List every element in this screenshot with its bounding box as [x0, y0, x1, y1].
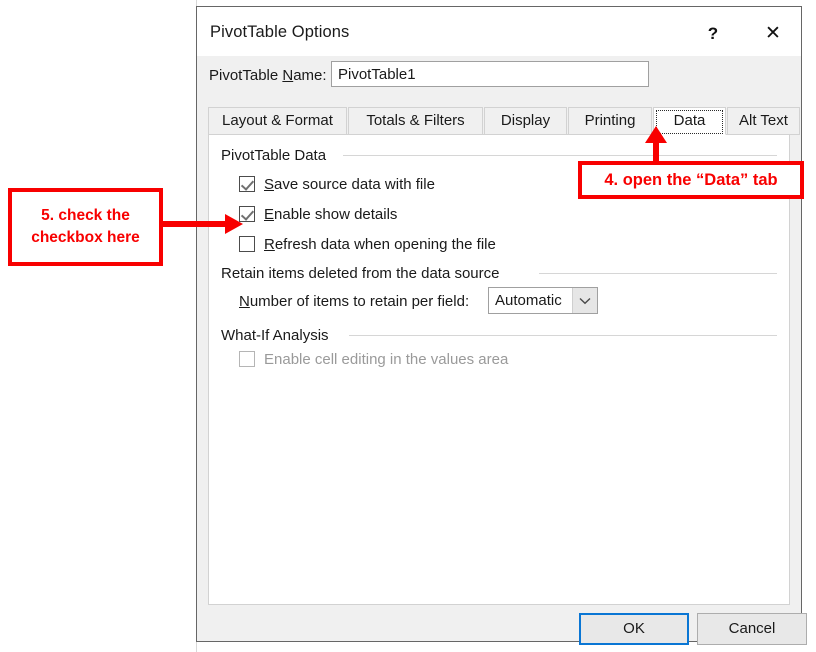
checkbox-label: Enable cell editing in the values area	[264, 350, 509, 368]
tab-display[interactable]: Display	[484, 107, 567, 135]
pivottable-name-row: PivotTable Name:	[197, 56, 801, 99]
group-rule-retain-items	[539, 273, 777, 274]
tab-alt-text[interactable]: Alt Text	[727, 107, 800, 135]
checkbox-save-source-data[interactable]: Save source data with file	[239, 173, 435, 195]
name-label-accel: N	[282, 67, 294, 84]
retain-field-label: Number of items to retain per field:	[239, 293, 470, 310]
group-rule-pivottable-data	[343, 155, 777, 156]
checkbox-label: Enable show details	[264, 205, 398, 223]
tab-layout-format[interactable]: Layout & Format	[208, 107, 347, 135]
checkbox-box[interactable]	[239, 236, 255, 252]
dialog-titlebar: PivotTable Options ? ✕	[197, 7, 801, 56]
annotation-callout-step-5: 5. check the checkbox here	[8, 188, 163, 266]
pivottable-name-label: PivotTable Name:	[209, 67, 327, 84]
annotation-arrowhead-to-checkbox	[225, 214, 243, 234]
tab-label: Layout & Format	[222, 112, 333, 129]
group-heading-retain-items: Retain items deleted from the data sourc…	[221, 265, 500, 282]
checkbox-box[interactable]	[239, 176, 255, 192]
cancel-button[interactable]: Cancel	[697, 613, 807, 645]
annotation-callout-step-4: 4. open the “Data” tab	[578, 161, 804, 199]
checkbox-enable-cell-editing: Enable cell editing in the values area	[239, 348, 508, 370]
checkbox-enable-show-details[interactable]: Enable show details	[239, 203, 397, 225]
checkbox-label: Save source data with file	[264, 175, 435, 193]
help-icon[interactable]: ?	[691, 19, 735, 49]
chevron-down-icon[interactable]	[572, 288, 597, 313]
group-heading-what-if-analysis: What-If Analysis	[221, 327, 329, 344]
retain-items-combobox-value: Automatic	[495, 292, 562, 309]
tab-label: Totals & Filters	[366, 112, 465, 129]
tab-totals-filters[interactable]: Totals & Filters	[348, 107, 483, 135]
tab-label: Display	[500, 112, 551, 129]
group-rule-what-if-analysis	[349, 335, 777, 336]
checkbox-label: Refresh data when opening the file	[264, 235, 496, 253]
annotation-arrow-to-checkbox	[163, 221, 233, 227]
data-tab-panel: PivotTable Data Save source data with fi…	[208, 134, 790, 605]
checkbox-refresh-data-on-open[interactable]: Refresh data when opening the file	[239, 233, 496, 255]
dialog-title: PivotTable Options	[210, 23, 350, 41]
annotation-arrowhead-to-data-tab	[645, 126, 667, 143]
tab-label: Data	[673, 112, 706, 129]
name-label-pre: PivotTable	[209, 67, 283, 84]
pivottable-name-input[interactable]	[331, 61, 649, 87]
pivottable-options-dialog: PivotTable Options ? ✕ PivotTable Name: …	[196, 6, 807, 645]
retain-items-combobox[interactable]: Automatic	[488, 287, 598, 314]
tab-label: Alt Text	[739, 112, 788, 129]
options-tabstrip: Layout & Format Totals & Filters Display Pr…	[208, 107, 800, 135]
close-icon[interactable]: ✕	[751, 19, 795, 49]
ok-button[interactable]: OK	[579, 613, 689, 645]
group-heading-pivottable-data: PivotTable Data	[221, 147, 327, 164]
tab-label: Printing	[584, 112, 636, 129]
name-label-post: ame:	[293, 67, 327, 84]
tab-printing[interactable]: Printing	[568, 107, 652, 135]
checkbox-box	[239, 351, 255, 367]
